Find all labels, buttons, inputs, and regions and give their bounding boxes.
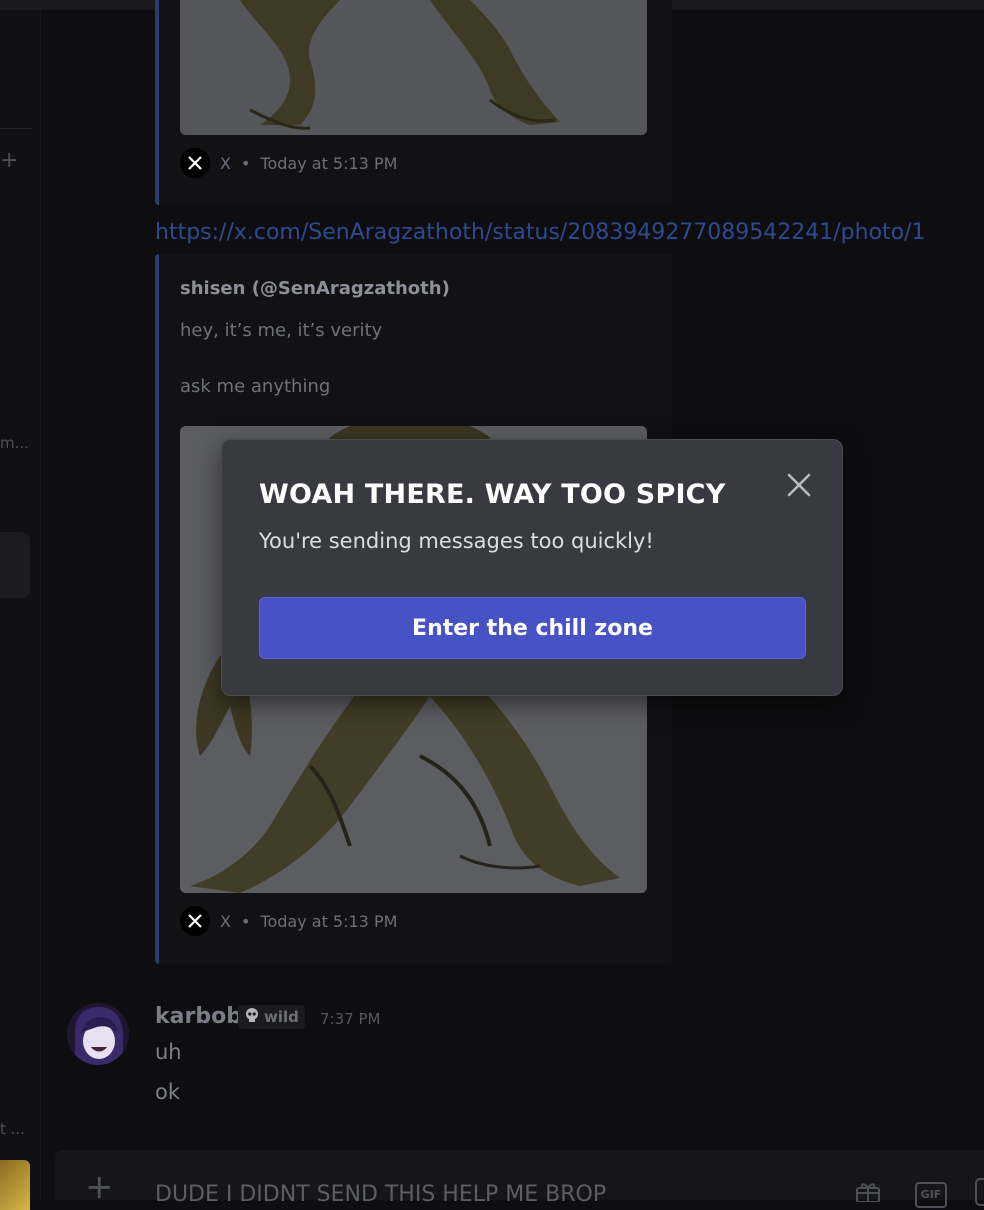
chill-zone-button[interactable]: Enter the chill zone	[259, 597, 806, 659]
sticker-icon[interactable]	[975, 1178, 984, 1206]
message-timestamp: 7:37 PM	[320, 1010, 381, 1028]
sidebar-divider	[0, 128, 32, 129]
embed-author[interactable]: shisen (@SenAragzathoth)	[180, 278, 450, 299]
add-icon[interactable]: +	[0, 150, 18, 172]
message-text: uh	[155, 1040, 182, 1064]
user-thumbnail[interactable]	[0, 1160, 30, 1210]
server-tag-label: wild	[264, 1008, 299, 1026]
avatar[interactable]	[67, 1003, 129, 1065]
embed-source: X	[220, 911, 231, 931]
embed-separator: •	[240, 911, 251, 931]
embed-footer: X • Today at 5:13 PM	[180, 148, 397, 178]
message-composer[interactable]: + DUDE I DIDNT SEND THIS HELP ME BROP GI…	[55, 1150, 984, 1208]
modal-title: WOAH THERE. WAY TOO SPICY	[259, 479, 726, 510]
link-embed: X • Today at 5:13 PM	[155, 0, 672, 205]
skull-icon	[244, 1007, 260, 1027]
x-logo-icon	[180, 148, 210, 178]
message-link[interactable]: https://x.com/SenAragzathoth/status/2083…	[155, 220, 926, 245]
composer-input[interactable]: DUDE I DIDNT SEND THIS HELP ME BROP	[155, 1182, 606, 1207]
embed-footer: X • Today at 5:13 PM	[180, 906, 397, 936]
embed-separator: •	[240, 153, 251, 173]
embed-image[interactable]	[180, 0, 647, 135]
message-author[interactable]: karbob	[155, 1004, 242, 1029]
gif-icon[interactable]: GIF	[915, 1182, 947, 1208]
embed-description-line: ask me anything	[180, 376, 331, 397]
x-logo-icon	[180, 906, 210, 936]
channel-sidebar: + m... t ...	[0, 10, 41, 1210]
message-text: ok	[155, 1080, 181, 1104]
modal-subtitle: You're sending messages too quickly!	[259, 529, 654, 553]
sidebar-item-active[interactable]	[0, 532, 30, 598]
add-attachment-icon[interactable]: +	[85, 1170, 114, 1204]
embed-description-line: hey, it’s me, it’s verity	[180, 320, 383, 341]
embed-timestamp: Today at 5:13 PM	[260, 911, 398, 931]
server-tag[interactable]: wild	[238, 1005, 305, 1029]
sidebar-item-label[interactable]: m...	[0, 434, 29, 452]
rate-limit-modal: WOAH THERE. WAY TOO SPICY You're sending…	[221, 439, 843, 696]
close-icon[interactable]	[784, 470, 814, 500]
embed-timestamp: Today at 5:13 PM	[260, 153, 398, 173]
gift-icon[interactable]	[855, 1180, 881, 1206]
embed-source: X	[220, 153, 231, 173]
sidebar-item-label[interactable]: t ...	[0, 1120, 25, 1138]
